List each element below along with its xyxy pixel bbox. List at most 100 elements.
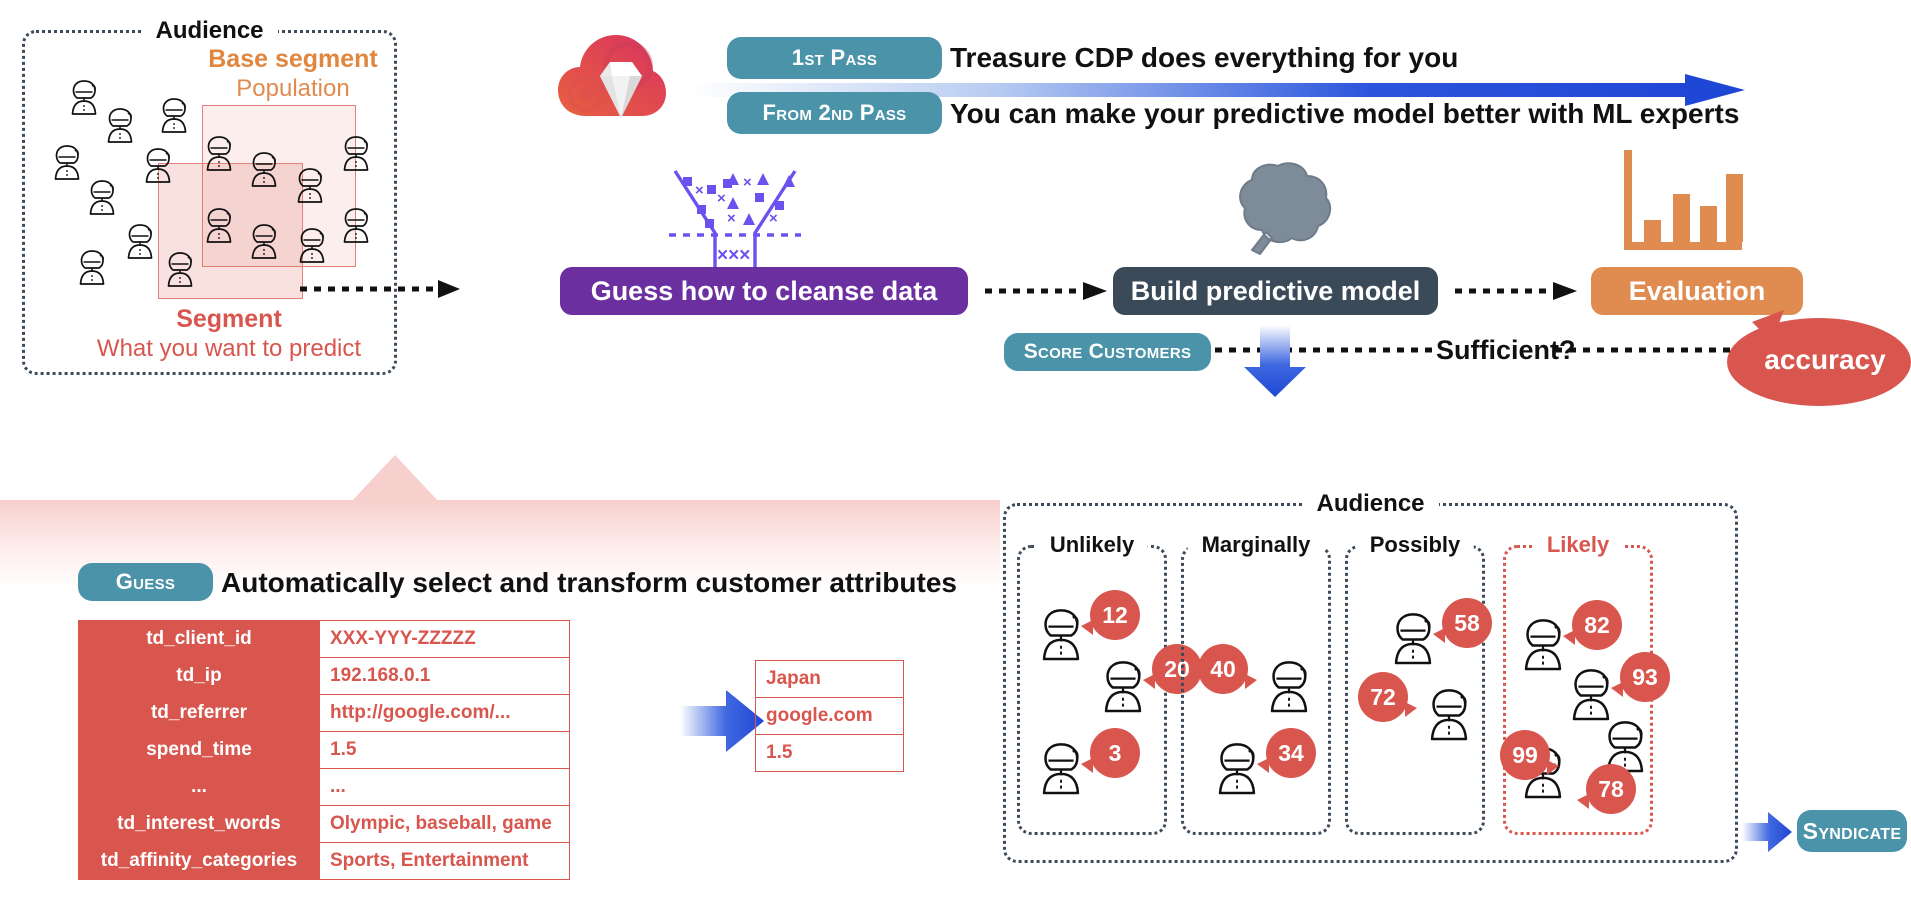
list-item: 1.5 bbox=[755, 734, 904, 772]
bubble-tail bbox=[1547, 760, 1559, 775]
person-icon bbox=[1430, 689, 1468, 741]
score-down-arrow bbox=[1244, 325, 1306, 397]
attribute-value: XXX-YYY-ZZZZZ bbox=[319, 620, 570, 658]
second-pass-badge-label: From 2nd Pass bbox=[762, 100, 907, 125]
svg-text:×: × bbox=[769, 210, 778, 227]
attribute-value: 192.168.0.1 bbox=[319, 657, 570, 695]
build-model-label: Build predictive model bbox=[1130, 275, 1421, 306]
score-group-unlikely: Unlikely 12 20 3 bbox=[1017, 532, 1202, 835]
score-bubble: 58 bbox=[1433, 598, 1492, 648]
table-row: td_ip 192.168.0.1 bbox=[78, 657, 570, 695]
svg-text:×: × bbox=[727, 210, 736, 227]
svg-text:×: × bbox=[743, 174, 752, 191]
attribute-key: td_interest_words bbox=[78, 805, 320, 843]
person-icon bbox=[1394, 613, 1432, 665]
attributes-table-body: td_client_id XXX-YYY-ZZZZZ td_ip 192.168.0.… bbox=[78, 620, 570, 880]
second-pass-badge[interactable]: From 2nd Pass bbox=[727, 92, 942, 134]
score-group-label: Possibly bbox=[1355, 532, 1475, 558]
score-bubble: 3 bbox=[1081, 728, 1140, 778]
attribute-value: ... bbox=[319, 768, 570, 806]
transformed-table-body: Japan google.com 1.5 bbox=[755, 660, 904, 772]
bubble-tail bbox=[1563, 630, 1575, 645]
first-pass-badge-label: 1st Pass bbox=[791, 45, 878, 70]
svg-text:×: × bbox=[717, 190, 726, 207]
table-row: ...... bbox=[78, 768, 570, 806]
person-icon bbox=[1042, 609, 1080, 661]
table-row: td_interest_words Olympic, baseball, game bbox=[78, 805, 570, 843]
table-row: td_referrer http://google.com/... bbox=[78, 694, 570, 732]
score-bubble: 78 bbox=[1577, 764, 1636, 814]
first-pass-text: Treasure CDP does everything for you bbox=[950, 42, 1459, 73]
second-pass-text: You can make your predictive model bette… bbox=[950, 98, 1740, 129]
connector-build-to-eval bbox=[1455, 282, 1577, 300]
connector-cleanse-to-build bbox=[985, 282, 1107, 300]
score-bubble: 99 bbox=[1500, 730, 1559, 780]
list-item: Japan bbox=[755, 660, 904, 698]
person-icon bbox=[1218, 743, 1256, 795]
bubble-tail bbox=[1245, 674, 1257, 689]
score-group-possibly: Possibly 58 72 bbox=[1345, 532, 1492, 835]
cleanse-data-label: Guess how to cleanse data bbox=[590, 275, 938, 306]
guess-badge-label: Guess bbox=[115, 569, 176, 594]
syndicate-arrow bbox=[1742, 812, 1792, 852]
person-icon bbox=[1104, 661, 1142, 713]
score-bubble: 34 bbox=[1257, 728, 1316, 778]
score-bubble: 40 bbox=[1198, 644, 1257, 694]
score-customers-badge[interactable]: Score Customers bbox=[1004, 333, 1211, 371]
table-row: spend_time 1.5 bbox=[78, 731, 570, 769]
bubble-tail bbox=[1143, 674, 1155, 689]
attribute-key: td_affinity_categories bbox=[78, 842, 320, 880]
connector-audience-to-cleanse bbox=[300, 280, 460, 298]
bubble-tail bbox=[1577, 794, 1589, 809]
svg-text:×: × bbox=[695, 182, 704, 199]
score-group-label: Marginally bbox=[1187, 532, 1325, 558]
score-bubble: 12 bbox=[1081, 590, 1140, 640]
attribute-value: Olympic, baseball, game bbox=[319, 805, 570, 843]
person-icon bbox=[1524, 619, 1562, 671]
bubble-tail bbox=[1611, 682, 1623, 697]
syndicate-button[interactable]: Syndicate bbox=[1797, 810, 1907, 852]
svg-text:×××: ××× bbox=[717, 245, 750, 266]
brain-icon bbox=[1239, 162, 1332, 255]
person-icon bbox=[1572, 669, 1610, 721]
bubble-tail bbox=[1433, 628, 1445, 643]
score-bubble: 93 bbox=[1611, 652, 1670, 702]
list-item: google.com bbox=[755, 697, 904, 735]
table-row: td_client_id XXX-YYY-ZZZZZ bbox=[78, 620, 570, 658]
transformed-value: 1.5 bbox=[755, 734, 904, 772]
score-group-label: Unlikely bbox=[1035, 532, 1149, 558]
build-model-box[interactable]: Build predictive model bbox=[1113, 267, 1438, 315]
attribute-value: Sports, Entertainment bbox=[319, 842, 570, 880]
person-icon bbox=[1270, 661, 1308, 713]
attribute-value: http://google.com/... bbox=[319, 694, 570, 732]
bubble-tail bbox=[1081, 758, 1093, 773]
person-icon bbox=[1042, 743, 1080, 795]
transformed-table: Japan google.com 1.5 bbox=[755, 660, 904, 772]
score-bubble: 72 bbox=[1358, 672, 1417, 722]
audience-people-scatter bbox=[54, 80, 369, 287]
guess-headline: Automatically select and transform custo… bbox=[221, 567, 957, 598]
attribute-key: td_ip bbox=[78, 657, 320, 695]
cleanse-data-box[interactable]: Guess how to cleanse data bbox=[560, 267, 968, 315]
score-customers-label: Score Customers bbox=[1023, 340, 1192, 363]
score-groups: Unlikely 12 20 3 Marginally 40 34 Possibly 58 72 L… bbox=[1003, 503, 1738, 863]
score-group-label: Likely bbox=[1532, 532, 1624, 558]
bar-chart-icon bbox=[1624, 150, 1743, 250]
attribute-value: 1.5 bbox=[319, 731, 570, 769]
transformed-value: Japan bbox=[755, 660, 904, 698]
treasure-data-logo bbox=[558, 35, 666, 118]
table-row: td_affinity_categories Sports, Entertainm… bbox=[78, 842, 570, 880]
attribute-key: spend_time bbox=[78, 731, 320, 769]
attribute-key: td_client_id bbox=[78, 620, 320, 658]
attribute-key: ... bbox=[78, 768, 320, 806]
bubble-tail bbox=[1405, 702, 1417, 717]
score-group-likely: Likely 82 93 99 78 bbox=[1500, 532, 1670, 835]
attribute-key: td_referrer bbox=[78, 694, 320, 732]
bubble-tail bbox=[1257, 758, 1269, 773]
guess-badge[interactable]: Guess bbox=[78, 563, 213, 601]
attributes-table: td_client_id XXX-YYY-ZZZZZ td_ip 192.168.0.… bbox=[78, 620, 570, 880]
transform-arrow bbox=[680, 690, 764, 752]
syndicate-label: Syndicate bbox=[1802, 817, 1902, 844]
bubble-tail bbox=[1081, 620, 1093, 635]
guess-section-pointer bbox=[350, 455, 440, 503]
